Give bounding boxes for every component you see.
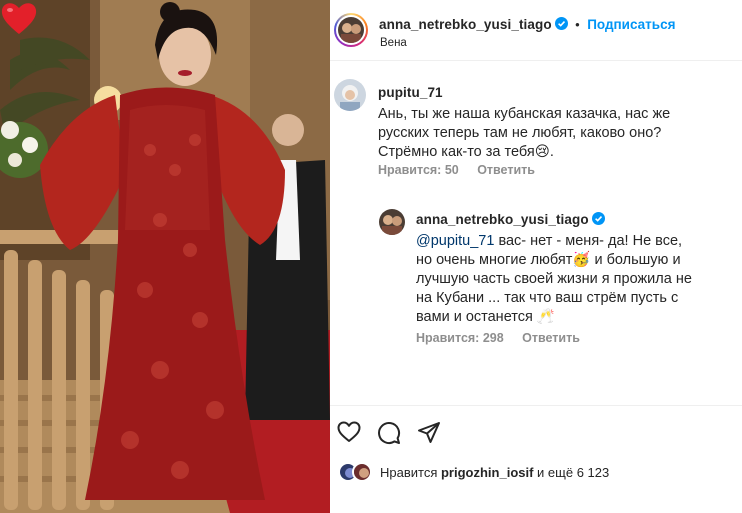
liker-username[interactable]: prigozhin_iosif <box>441 465 533 480</box>
reply-text: @pupitu_71 вас- нет - меня- да! Не все, … <box>416 232 738 327</box>
reply-avatar-photo-icon <box>379 209 405 235</box>
reply-line: на Кубани ... так что ваш стрём пусть с <box>416 290 679 306</box>
author-avatar[interactable] <box>334 13 368 47</box>
post-header: anna_netrebko_yusi_tiago • Подписаться В… <box>330 0 742 60</box>
likers-avatars[interactable] <box>338 462 374 482</box>
post-photo[interactable] <box>0 0 330 513</box>
liker-avatar-icon <box>352 462 372 482</box>
comment-reply-button[interactable]: Ответить <box>477 163 535 177</box>
mention-link[interactable]: @pupitu_71 <box>416 233 494 249</box>
reply-line: лучшую часть своей жизни я прожила не <box>416 271 692 287</box>
comment-bubble-icon[interactable] <box>377 421 401 445</box>
red-heart-emoji-icon <box>1 3 37 34</box>
follow-button[interactable]: Подписаться <box>587 17 675 32</box>
comment-likes-count[interactable]: Нравится: 50 <box>378 163 459 177</box>
reply-line: вами и останется 🥂 <box>416 309 555 325</box>
comment-line: русских теперь там не любят, каково оно? <box>378 125 662 141</box>
author-username[interactable]: anna_netrebko_yusi_tiago <box>379 17 552 32</box>
commenter-avatar-photo-icon <box>334 79 366 111</box>
post-location[interactable]: Вена <box>380 37 407 49</box>
actions-divider <box>330 405 742 406</box>
reply-line: но очень многие любят🥳 и большую и <box>416 252 681 268</box>
comment-line: Стрёмно как-то за тебя😢. <box>378 144 554 160</box>
likes-summary: Нравится prigozhin_iosif и ещё 6 123 <box>380 465 609 480</box>
comment-line: Ань, ты же наша кубанская казачка, нас ж… <box>378 106 671 122</box>
separator-dot: • <box>575 17 580 32</box>
commenter-avatar[interactable] <box>334 79 366 111</box>
commenter-username[interactable]: pupitu_71 <box>378 85 443 100</box>
verified-badge-icon <box>591 212 605 225</box>
likes-prefix: Нравится <box>380 465 441 480</box>
comment-text: Ань, ты же наша кубанская казачка, нас ж… <box>378 105 738 162</box>
verified-badge-icon <box>554 17 568 30</box>
paper-plane-icon[interactable] <box>417 421 441 445</box>
reply-likes-count[interactable]: Нравится: 298 <box>416 331 504 345</box>
reply-username[interactable]: anna_netrebko_yusi_tiago <box>416 212 589 227</box>
reply-reply-button[interactable]: Ответить <box>522 331 580 345</box>
avatar-photo-icon <box>338 17 364 43</box>
heart-outline-icon[interactable] <box>337 421 361 443</box>
reply-author-avatar[interactable] <box>379 209 405 235</box>
photo-illustration <box>0 0 330 513</box>
reply-line: вас- нет - меня- да! Не все, <box>494 233 683 249</box>
header-divider <box>330 60 742 61</box>
likes-count[interactable]: и ещё 6 123 <box>533 465 609 480</box>
post-side-panel: anna_netrebko_yusi_tiago • Подписаться В… <box>330 0 742 513</box>
